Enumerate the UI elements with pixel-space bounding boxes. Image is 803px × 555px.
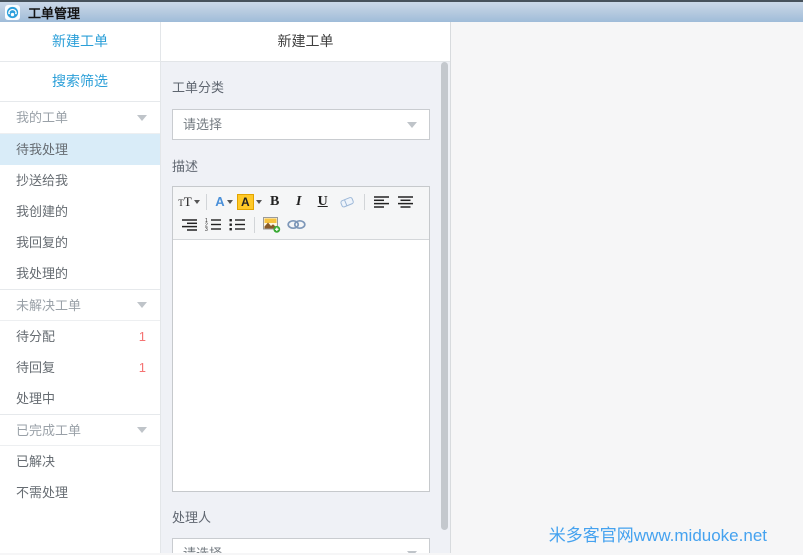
ordered-list-button[interactable]: 1 2 3 xyxy=(202,214,224,235)
ordered-list-icon: 1 2 3 xyxy=(205,218,221,231)
search-filter-button[interactable]: 搜索筛选 xyxy=(0,62,160,102)
scrollbar-thumb[interactable] xyxy=(441,62,448,530)
item-label: 待分配 xyxy=(16,321,55,352)
new-ticket-form: 工单分类 请选择 描述 TT A xyxy=(161,62,450,553)
sidebar-item-to-assign[interactable]: 待分配 1 xyxy=(0,321,160,352)
handler-label: 处理人 xyxy=(172,507,430,526)
content-background: 米多客官网www.miduoke.net xyxy=(451,22,803,553)
editor-toolbar: TT A A B xyxy=(173,187,429,240)
handler-select[interactable]: 请选择 xyxy=(172,538,430,553)
svg-text:3: 3 xyxy=(205,227,208,231)
font-size-button[interactable]: TT xyxy=(178,191,200,212)
chevron-down-icon xyxy=(227,200,233,204)
item-label: 处理中 xyxy=(16,383,55,414)
group-label: 已完成工单 xyxy=(16,415,81,446)
sidebar-item-to-reply[interactable]: 待回复 1 xyxy=(0,352,160,383)
insert-link-button[interactable] xyxy=(285,214,307,235)
insert-image-icon xyxy=(263,217,281,233)
watermark: 米多客官网www.miduoke.net xyxy=(549,521,767,546)
count-badge: 1 xyxy=(139,352,146,383)
group-label: 未解决工单 xyxy=(16,290,81,321)
new-ticket-panel: 新建工单 工单分类 请选择 描述 TT A xyxy=(161,22,451,553)
rich-text-editor: TT A A B xyxy=(172,186,430,492)
sidebar-group-my-tickets[interactable]: 我的工单 xyxy=(0,102,160,134)
sidebar-group-unresolved[interactable]: 未解决工单 xyxy=(0,289,160,321)
align-right-icon xyxy=(182,219,197,231)
italic-button[interactable]: I xyxy=(288,191,310,212)
category-select-value: 请选择 xyxy=(183,117,222,132)
chevron-down-icon xyxy=(137,427,147,433)
chevron-down-icon xyxy=(137,302,147,308)
sidebar-item-in-progress[interactable]: 处理中 xyxy=(0,383,160,414)
align-left-button[interactable] xyxy=(371,191,393,212)
count-badge: 1 xyxy=(139,321,146,352)
category-select[interactable]: 请选择 xyxy=(172,109,430,140)
toolbar-separator xyxy=(364,194,365,210)
bold-button[interactable]: B xyxy=(264,191,286,212)
eraser-icon xyxy=(339,194,355,209)
sidebar-item-pending-my-action[interactable]: 待我处理 xyxy=(0,134,160,165)
chevron-down-icon xyxy=(194,200,200,204)
item-label: 待回复 xyxy=(16,352,55,383)
sidebar-item-handled-by-me[interactable]: 我处理的 xyxy=(0,258,160,289)
app-logo-icon xyxy=(5,5,20,20)
chevron-down-icon xyxy=(407,551,417,553)
toolbar-separator xyxy=(254,217,255,233)
panel-scrollbar[interactable] xyxy=(441,62,449,553)
insert-link-icon xyxy=(287,219,306,230)
sidebar-group-completed[interactable]: 已完成工单 xyxy=(0,414,160,446)
sidebar-item-created-by-me[interactable]: 我创建的 xyxy=(0,196,160,227)
underline-button[interactable]: U xyxy=(312,191,334,212)
handler-select-value: 请选择 xyxy=(183,546,222,553)
insert-image-button[interactable] xyxy=(261,214,283,235)
group-label: 我的工单 xyxy=(16,102,68,133)
sidebar-item-replied-by-me[interactable]: 我回复的 xyxy=(0,227,160,258)
editor-content[interactable] xyxy=(173,240,429,491)
item-label: 我创建的 xyxy=(16,196,68,227)
item-label: 不需处理 xyxy=(16,477,68,508)
sidebar-item-no-action-needed[interactable]: 不需处理 xyxy=(0,477,160,508)
chevron-down-icon xyxy=(256,200,262,204)
highlight-color-button[interactable]: A xyxy=(237,191,262,212)
bullet-list-icon xyxy=(229,218,245,231)
chevron-down-icon xyxy=(137,115,147,121)
align-center-icon xyxy=(398,196,413,208)
sidebar: 新建工单 搜索筛选 我的工单 待我处理 抄送给我 我创建的 我回复的 我处理的 … xyxy=(0,22,161,553)
remove-format-button[interactable] xyxy=(336,191,358,212)
item-label: 我处理的 xyxy=(16,258,68,289)
new-ticket-button[interactable]: 新建工单 xyxy=(0,22,160,62)
align-right-button[interactable] xyxy=(178,214,200,235)
align-left-icon xyxy=(374,196,389,208)
item-label: 我回复的 xyxy=(16,227,68,258)
sidebar-item-cc-to-me[interactable]: 抄送给我 xyxy=(0,165,160,196)
toolbar-separator xyxy=(206,194,207,210)
titlebar: 工单管理 xyxy=(0,0,803,22)
sidebar-item-resolved[interactable]: 已解决 xyxy=(0,446,160,477)
text-color-button[interactable]: A xyxy=(213,191,235,212)
chevron-down-icon xyxy=(407,122,417,128)
page-title: 工单管理 xyxy=(28,3,80,22)
panel-title: 新建工单 xyxy=(161,22,450,62)
align-center-button[interactable] xyxy=(395,191,417,212)
item-label: 待我处理 xyxy=(16,134,68,165)
bullet-list-button[interactable] xyxy=(226,214,248,235)
category-label: 工单分类 xyxy=(172,77,430,96)
item-label: 抄送给我 xyxy=(16,165,68,196)
description-label: 描述 xyxy=(172,156,430,175)
item-label: 已解决 xyxy=(16,446,55,477)
